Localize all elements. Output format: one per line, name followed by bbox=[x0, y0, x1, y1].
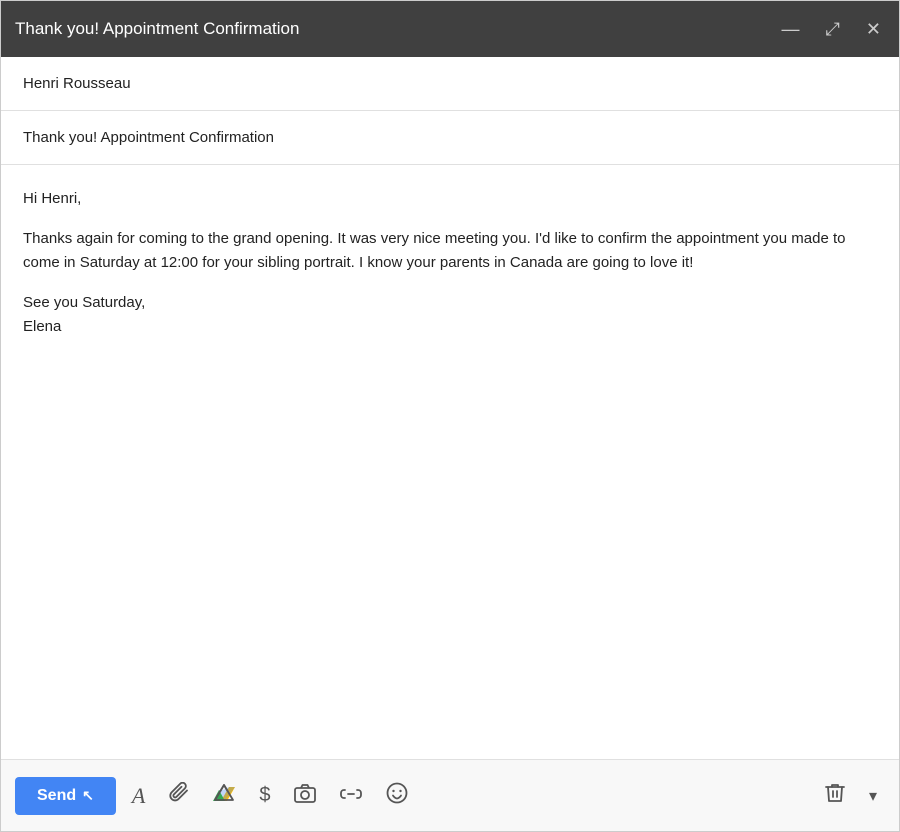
attach-file-button[interactable] bbox=[161, 776, 197, 816]
send-cursor-icon: ↖ bbox=[82, 787, 94, 804]
chevron-down-icon: ▾ bbox=[869, 786, 877, 806]
font-icon: A bbox=[132, 783, 145, 809]
send-button[interactable]: Send ↖ bbox=[15, 777, 116, 815]
greeting: Hi Henri, bbox=[23, 187, 877, 211]
closing-line: See you Saturday, Elena bbox=[23, 291, 877, 339]
to-field: Henri Rousseau bbox=[1, 57, 899, 111]
window-title: Thank you! Appointment Confirmation bbox=[15, 19, 299, 39]
insert-money-button[interactable]: $ bbox=[251, 778, 278, 813]
camera-icon bbox=[294, 783, 316, 809]
email-compose-window: Thank you! Appointment Confirmation — ⤢ … bbox=[0, 0, 900, 832]
font-formatting-button[interactable]: A bbox=[124, 777, 153, 815]
link-icon bbox=[340, 784, 362, 807]
close-button[interactable]: ✕ bbox=[862, 18, 885, 40]
google-drive-button[interactable] bbox=[205, 777, 243, 815]
subject-value: Thank you! Appointment Confirmation bbox=[23, 129, 274, 146]
maximize-button[interactable]: ⤢ bbox=[822, 18, 844, 40]
paperclip-icon bbox=[169, 782, 189, 810]
email-body[interactable]: Hi Henri, Thanks again for coming to the… bbox=[1, 165, 899, 759]
send-label: Send bbox=[37, 787, 76, 805]
minimize-button[interactable]: — bbox=[778, 18, 804, 40]
insert-emoji-button[interactable] bbox=[378, 776, 416, 816]
trash-icon bbox=[825, 782, 845, 810]
signature: Elena bbox=[23, 318, 61, 335]
body-paragraph: Thanks again for coming to the grand ope… bbox=[23, 227, 877, 275]
insert-photo-button[interactable] bbox=[286, 777, 324, 815]
insert-link-button[interactable] bbox=[332, 778, 370, 813]
dollar-icon: $ bbox=[259, 784, 270, 807]
to-value: Henri Rousseau bbox=[23, 75, 131, 92]
subject-field: Thank you! Appointment Confirmation bbox=[1, 111, 899, 165]
emoji-icon bbox=[386, 782, 408, 810]
toolbar: Send ↖ A bbox=[1, 759, 899, 831]
delete-button[interactable] bbox=[817, 776, 853, 816]
title-bar: Thank you! Appointment Confirmation — ⤢ … bbox=[1, 1, 899, 57]
drive-icon bbox=[213, 783, 235, 809]
window-controls: — ⤢ ✕ bbox=[778, 18, 886, 40]
more-options-button[interactable]: ▾ bbox=[861, 780, 885, 812]
